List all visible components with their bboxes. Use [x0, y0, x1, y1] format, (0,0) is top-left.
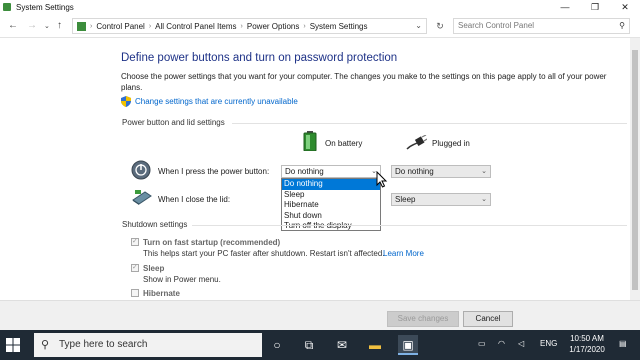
recent-chevron-icon[interactable]: ⌄ [44, 22, 50, 30]
maximize-button[interactable]: ❐ [580, 0, 610, 14]
address-dropdown-icon[interactable]: ⌄ [415, 21, 422, 30]
sleep-checkbox[interactable] [131, 263, 139, 272]
power-button-plugged-value: Do nothing [395, 167, 434, 176]
section-divider [232, 123, 627, 124]
fast-startup-description: This helps start your PC faster after sh… [143, 249, 385, 258]
dropdown-option-sleep[interactable]: Sleep [282, 190, 380, 201]
change-settings-link[interactable]: Change settings that are currently unava… [135, 97, 298, 106]
clock[interactable]: 10:50 AM 1/17/2020 [562, 333, 612, 355]
hibernate-label: Hibernate [143, 289, 180, 298]
hibernate-checkbox[interactable] [131, 289, 139, 297]
breadcrumb-separator-icon: › [240, 22, 243, 30]
clock-time: 10:50 AM [570, 334, 604, 343]
battery-tray-icon[interactable]: ▭ [478, 339, 486, 348]
taskbar-search-placeholder: Type here to search [59, 339, 148, 350]
breadcrumb-separator-icon: › [148, 22, 152, 30]
dropdown-option-do-nothing[interactable]: Do nothing [282, 179, 380, 190]
lid-plugged-select[interactable]: Sleep ⌄ [391, 193, 491, 206]
page-title: Define power buttons and turn on passwor… [121, 52, 398, 64]
cancel-button[interactable]: Cancel [463, 311, 513, 327]
battery-icon [303, 131, 317, 151]
power-button-plugged-select[interactable]: Do nothing ⌄ [391, 165, 491, 178]
fast-startup-label: Turn on fast startup (recommended) [143, 238, 281, 247]
plug-icon [406, 135, 427, 150]
chevron-down-icon: ⌄ [481, 168, 487, 175]
wifi-icon[interactable]: ◠ [498, 339, 505, 348]
task-view-icon[interactable]: ⧉ [299, 335, 319, 355]
scrollbar[interactable] [630, 38, 640, 300]
power-section-title: Power button and lid settings [122, 118, 225, 127]
power-button-icon [131, 160, 151, 180]
lid-plugged-value: Sleep [395, 195, 416, 204]
search-placeholder: Search Control Panel [458, 21, 535, 30]
breadcrumb-separator-icon: › [303, 22, 306, 30]
chevron-down-icon: ⌄ [481, 196, 487, 203]
search-icon: ⚲ [41, 339, 50, 351]
taskbar: ⚲ Type here to search ○ ⧉ ✉ ▬ ▣ ▭ ◠ ◁ EN… [0, 330, 640, 360]
section-divider [192, 225, 627, 226]
lid-label: When I close the lid: [158, 195, 231, 204]
on-battery-header: On battery [325, 139, 363, 148]
control-panel-taskbar-icon[interactable]: ▣ [398, 335, 418, 355]
fast-startup-checkbox[interactable] [131, 237, 139, 246]
notification-icon[interactable]: ▤ [619, 339, 627, 348]
address-bar-row: ← → ⌄ ↑ › Control Panel › All Control Pa… [0, 14, 640, 38]
save-changes-button[interactable]: Save changes [387, 311, 459, 327]
refresh-icon[interactable]: ↻ [433, 18, 447, 34]
breadcrumb-control-panel[interactable]: Control Panel [96, 22, 144, 31]
shutdown-section-title: Shutdown settings [122, 220, 188, 229]
close-button[interactable]: ✕ [610, 0, 640, 14]
search-icon: ⚲ [619, 21, 625, 30]
dropdown-option-shut-down[interactable]: Shut down [282, 211, 380, 222]
learn-more-link[interactable]: Learn More [383, 249, 424, 258]
breadcrumb-separator-icon: › [90, 22, 93, 30]
clock-date: 1/17/2020 [569, 345, 605, 354]
control-panel-small-icon [77, 21, 86, 31]
dropdown-option-hibernate[interactable]: Hibernate [282, 200, 380, 211]
button-bar: Save changes Cancel [0, 300, 640, 330]
up-arrow-icon[interactable]: ↑ [57, 20, 62, 31]
control-panel-icon [3, 3, 11, 11]
breadcrumb-system-settings[interactable]: System Settings [310, 22, 368, 31]
sleep-description: Show in Power menu. [143, 275, 221, 284]
breadcrumb-power-options[interactable]: Power Options [247, 22, 299, 31]
page-description: Choose the power settings that you want … [121, 72, 607, 92]
dropdown-option-turn-off-display[interactable]: Turn off the display [282, 221, 380, 232]
window-title: System Settings [16, 2, 74, 12]
search-input[interactable]: Search Control Panel ⚲ [453, 18, 630, 34]
scrollbar-thumb[interactable] [632, 50, 638, 290]
address-bar[interactable]: › Control Panel › All Control Panel Item… [72, 18, 427, 34]
language-indicator[interactable]: ENG [540, 339, 557, 348]
title-bar: System Settings — ❐ ✕ [0, 0, 640, 14]
windows-start-icon[interactable] [6, 338, 20, 352]
mouse-cursor-icon [376, 171, 388, 188]
power-button-battery-select[interactable]: Do nothing ⌄ [281, 165, 381, 178]
minimize-button[interactable]: — [550, 0, 580, 14]
back-arrow-icon[interactable]: ← [8, 20, 18, 31]
plugged-in-header: Plugged in [432, 139, 470, 148]
laptop-lid-icon [132, 190, 152, 205]
power-button-label: When I press the power button: [158, 167, 270, 176]
volume-icon[interactable]: ◁ [518, 339, 524, 348]
cortana-icon[interactable]: ○ [267, 335, 287, 355]
forward-arrow-icon[interactable]: → [27, 20, 37, 31]
breadcrumb-all-items[interactable]: All Control Panel Items [155, 22, 236, 31]
sleep-label: Sleep [143, 264, 165, 273]
taskbar-search-box[interactable]: ⚲ Type here to search [34, 333, 262, 357]
power-action-dropdown-list: Do nothing Sleep Hibernate Shut down Tur… [281, 178, 381, 231]
uac-shield-icon [121, 96, 131, 107]
mail-icon[interactable]: ✉ [332, 335, 352, 355]
file-explorer-icon[interactable]: ▬ [365, 335, 385, 355]
power-button-battery-value: Do nothing [285, 167, 324, 176]
